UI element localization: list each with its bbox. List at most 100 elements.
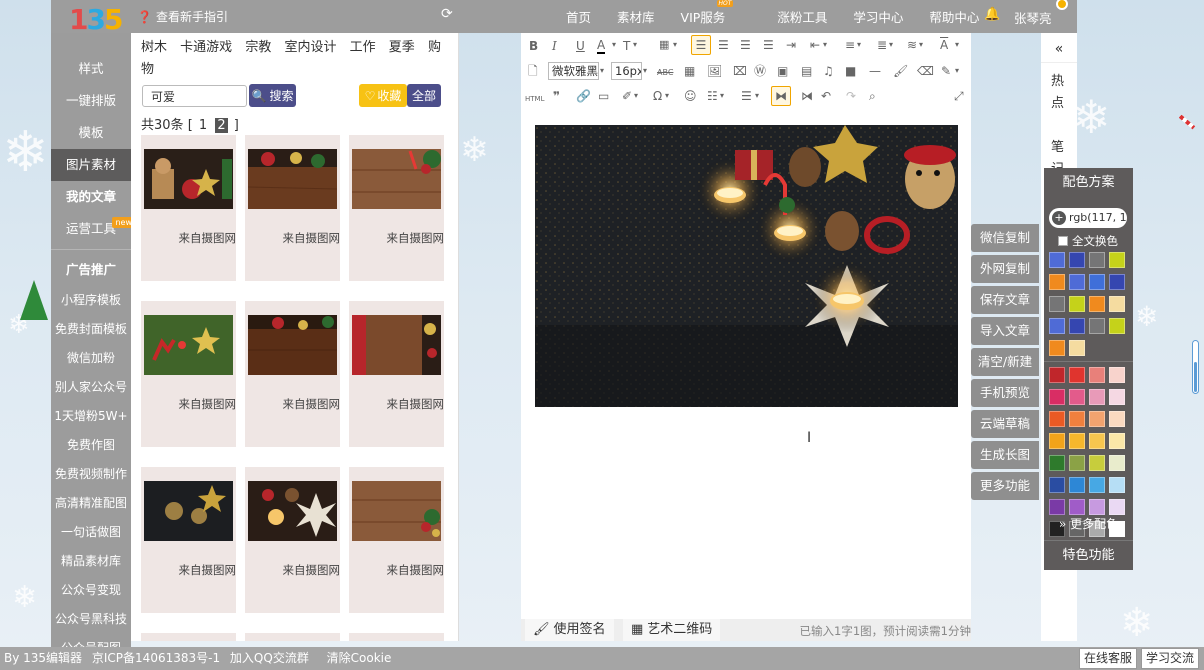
color-swatch[interactable] [1069, 455, 1085, 471]
float-image-button[interactable]: ⧓ [771, 86, 791, 106]
undo-icon[interactable]: ↶ [821, 89, 831, 103]
action-button[interactable]: 外网复制 [971, 255, 1039, 283]
qr-code-tab[interactable]: ▦ 艺术二维码 [623, 619, 721, 641]
action-button[interactable]: 云端草稿 [971, 410, 1039, 438]
thumbnail-image[interactable] [352, 315, 441, 375]
tag-item[interactable]: 工作 [350, 40, 376, 55]
color-swatch[interactable] [1109, 367, 1125, 383]
color-swatch[interactable] [1069, 367, 1085, 383]
word-import-icon[interactable]: Ⓦ [754, 64, 766, 78]
learn-exchange-button[interactable]: 学习交流 [1141, 648, 1200, 669]
color-swatch[interactable] [1109, 433, 1125, 449]
thumbnail-image[interactable] [248, 149, 337, 209]
chevron-down-icon[interactable]: ▾ [634, 89, 638, 103]
color-swatch[interactable] [1109, 455, 1125, 471]
thumbnail-image[interactable] [144, 315, 233, 375]
footer-icp[interactable]: 京ICP备14061383号-1 [92, 651, 220, 665]
color-swatch[interactable] [1069, 477, 1085, 493]
indent-icon[interactable]: ⇥ [786, 38, 796, 52]
image-card[interactable]: 来自摄图网 [141, 301, 236, 447]
format-icon[interactable]: ⌧ [733, 64, 747, 78]
music-icon[interactable]: ♫ [823, 64, 834, 78]
color-swatch[interactable] [1089, 477, 1105, 493]
sidebar-item[interactable]: 运营工具 new [51, 213, 131, 245]
action-button[interactable]: 导入文章 [971, 317, 1039, 345]
guide-link[interactable]: ❓ 查看新手指引 [137, 8, 228, 25]
color-swatch[interactable] [1049, 340, 1065, 356]
color-swatch[interactable] [1049, 455, 1065, 471]
color-swatch[interactable] [1089, 252, 1105, 268]
chevron-down-icon[interactable]: ▾ [955, 38, 959, 52]
bold-button[interactable]: B [529, 39, 538, 53]
image-card[interactable]: 来自摄图网 [141, 135, 236, 281]
tag-item[interactable]: 室内设计 [284, 40, 336, 55]
color-swatch[interactable] [1089, 411, 1105, 427]
color-swatch[interactable] [1109, 477, 1125, 493]
action-button[interactable]: 更多功能 [971, 472, 1039, 500]
gallery-icon[interactable]: ▤ [801, 64, 812, 78]
chevron-down-icon[interactable]: ▾ [600, 64, 604, 78]
tag-item[interactable]: 宗教 [245, 40, 271, 55]
color-swatch[interactable] [1109, 389, 1125, 405]
color-swatch[interactable] [1049, 433, 1065, 449]
thumbnail-image[interactable] [144, 481, 233, 541]
tag-item[interactable]: 卡通游戏 [180, 40, 232, 55]
color-swatch[interactable] [1069, 499, 1085, 515]
nav-grow-fans[interactable]: 涨粉工具 [777, 7, 827, 26]
sidebar-item[interactable]: 1天增粉5W+ [51, 402, 131, 431]
refresh-icon[interactable]: ⟳ [441, 6, 453, 22]
sidebar-item[interactable]: 广告推广 [51, 254, 131, 286]
color-input[interactable]: + rgb(117, 117, 118) [1049, 208, 1127, 228]
align-right-button[interactable]: ☰ [740, 38, 751, 52]
search-input[interactable] [142, 85, 247, 107]
format-painter-icon[interactable]: 🖌 [893, 64, 908, 78]
image-card[interactable] [141, 633, 236, 641]
ordered-list-icon[interactable]: ☷ [707, 89, 718, 103]
color-swatch[interactable] [1069, 318, 1085, 334]
font-color-button[interactable]: A [597, 38, 606, 54]
text-transform-button[interactable]: T [623, 39, 630, 53]
image-card[interactable] [349, 633, 444, 641]
color-swatch[interactable] [1089, 274, 1105, 290]
color-swatch[interactable] [1049, 411, 1065, 427]
color-swatch[interactable] [1089, 367, 1105, 383]
outdent-icon[interactable]: ⇤ [810, 38, 820, 52]
nav-materials[interactable]: 素材库 [617, 7, 655, 26]
sidebar-item[interactable]: 免费封面模板 [51, 315, 131, 344]
sidebar-item[interactable]: 别人家公众号 [51, 373, 131, 402]
document-icon[interactable]: 🗋 [528, 64, 538, 78]
magic-icon[interactable]: ✎ [941, 64, 951, 78]
line-height-icon[interactable]: ≡ [845, 38, 855, 52]
color-swatch[interactable] [1089, 499, 1105, 515]
sidebar-item[interactable]: 小程序模板 [51, 286, 131, 315]
action-button[interactable]: 保存文章 [971, 286, 1039, 314]
nav-help[interactable]: 帮助中心 [929, 7, 979, 26]
table-icon[interactable]: ▦ [684, 64, 695, 78]
image-card[interactable]: 来自摄图网 [141, 467, 236, 613]
color-swatch[interactable] [1069, 340, 1085, 356]
color-swatch[interactable] [1049, 252, 1065, 268]
sidebar-item[interactable]: 公众号变现 [51, 576, 131, 605]
italic-button[interactable]: I [552, 39, 557, 53]
favorite-button[interactable]: ♡ 收藏 [359, 84, 407, 107]
sidebar-item[interactable]: 公众号黑科技 [51, 605, 131, 634]
color-swatch[interactable] [1049, 367, 1065, 383]
link-icon[interactable]: 🔗 [576, 89, 591, 103]
sidebar-item[interactable]: 免费作图 [51, 431, 131, 460]
chevron-down-icon[interactable]: ▾ [919, 38, 923, 52]
sidebar-item[interactable]: 一句话做图 [51, 518, 131, 547]
image-card[interactable]: 来自摄图网 [245, 467, 340, 613]
image-card[interactable]: 来自摄图网 [245, 301, 340, 447]
thumbnail-image[interactable] [352, 481, 441, 541]
page-link-current[interactable]: 2 [215, 118, 228, 133]
sidebar-item[interactable]: 一键排版 [51, 85, 131, 117]
sidebar-item[interactable]: 高清精准配图 [51, 489, 131, 518]
paragraph-spacing-icon[interactable]: ≣ [877, 38, 887, 52]
color-swatch[interactable] [1109, 296, 1125, 312]
color-swatch[interactable] [1049, 477, 1065, 493]
chevron-down-icon[interactable]: ▾ [857, 38, 861, 52]
color-swatch[interactable] [1049, 296, 1065, 312]
redo-icon[interactable]: ↷ [846, 89, 856, 103]
color-swatch[interactable] [1049, 499, 1065, 515]
action-button[interactable]: 微信复制 [971, 224, 1039, 252]
